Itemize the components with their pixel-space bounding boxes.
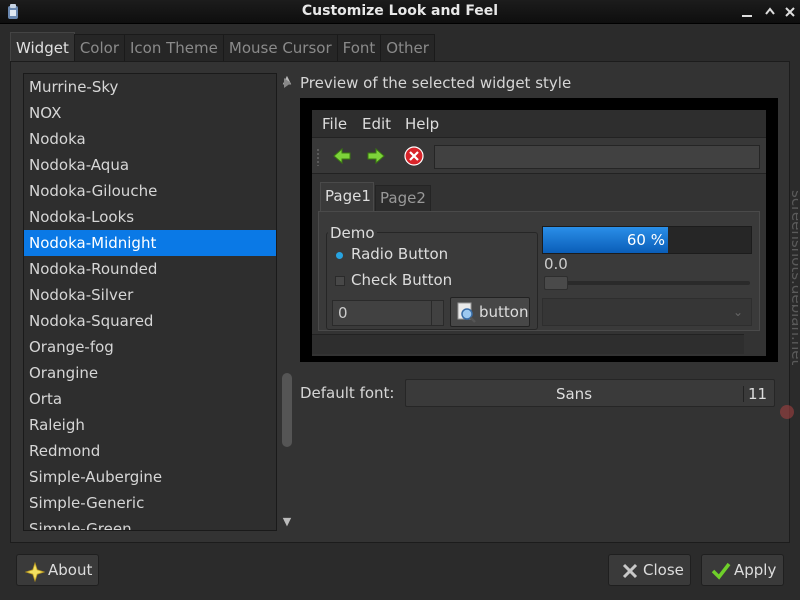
tab-color[interactable]: Color xyxy=(73,34,125,62)
about-button-label: About xyxy=(48,561,93,579)
scale-value: 0.0 xyxy=(544,255,568,273)
list-item[interactable]: Orange-fog xyxy=(24,334,276,360)
list-item[interactable]: Redmond xyxy=(24,438,276,464)
scroll-down-icon[interactable]: ▼ xyxy=(280,515,294,529)
tab-widget[interactable]: Widget xyxy=(10,32,75,62)
search-icon xyxy=(457,302,476,323)
checkbox-label[interactable]: Check Button xyxy=(351,271,452,289)
combo-box[interactable]: ⌄ xyxy=(542,298,752,326)
list-item[interactable]: Nodoka-Gilouche xyxy=(24,178,276,204)
apply-button[interactable]: Apply xyxy=(701,554,784,586)
minimize-icon[interactable] xyxy=(740,5,754,19)
demo-button-label: button xyxy=(479,303,529,321)
checkmark-icon xyxy=(711,562,731,580)
checkbox[interactable] xyxy=(335,276,345,286)
radio-indicator[interactable] xyxy=(336,252,343,259)
font-size: 11 xyxy=(748,385,768,403)
list-item[interactable]: NOX xyxy=(24,100,276,126)
list-item[interactable]: Nodoka-Looks xyxy=(24,204,276,230)
list-item[interactable]: Nodoka-Aqua xyxy=(24,152,276,178)
list-item[interactable]: Simple-Aubergine xyxy=(24,464,276,490)
tab-bar: Widget Color Icon Theme Mouse Cursor Fon… xyxy=(10,32,435,62)
tab-mouse-cursor[interactable]: Mouse Cursor xyxy=(222,34,338,62)
list-item[interactable]: Simple-Generic xyxy=(24,490,276,516)
notebook-tab-page1[interactable]: Page1 xyxy=(320,182,374,212)
close-icon xyxy=(622,563,638,579)
theme-list-scrollbar[interactable]: ▲ ▼ xyxy=(280,73,294,531)
preview-label: Preview of the selected widget style xyxy=(300,74,572,92)
preview-menubar: File Edit Help xyxy=(312,110,766,138)
progress-text: 60 % xyxy=(626,231,665,249)
about-button[interactable]: About xyxy=(16,554,99,586)
scale-track[interactable] xyxy=(544,281,750,285)
list-item[interactable]: Raleigh xyxy=(24,412,276,438)
spin-arrows[interactable] xyxy=(431,301,443,325)
list-item[interactable]: Nodoka-Squared xyxy=(24,308,276,334)
expander-icon[interactable] xyxy=(284,78,291,88)
scrollbar-thumb[interactable] xyxy=(282,373,292,447)
scale-knob[interactable] xyxy=(544,276,568,290)
radio-label[interactable]: Radio Button xyxy=(351,245,448,263)
preview-toolbar xyxy=(312,138,766,174)
chevron-down-icon: ⌄ xyxy=(732,305,743,319)
toolbar-grip[interactable] xyxy=(316,148,320,166)
star-icon xyxy=(25,562,45,582)
close-window-icon[interactable] xyxy=(783,5,797,19)
window-title: Customize Look and Feel xyxy=(301,3,499,19)
preview-window: File Edit Help Page1 Page2 Demo Radio Bu… xyxy=(312,110,766,356)
maximize-icon[interactable] xyxy=(763,5,777,19)
default-font-label: Default font: xyxy=(300,384,395,402)
widget-preview: File Edit Help Page1 Page2 Demo Radio Bu… xyxy=(300,98,778,362)
list-item-selected[interactable]: Nodoka-Midnight xyxy=(24,230,276,256)
font-picker-button[interactable]: Sans 11 xyxy=(405,379,775,407)
list-item[interactable]: Orta xyxy=(24,386,276,412)
theme-list[interactable]: Murrine-Sky NOX Nodoka Nodoka-Aqua Nodok… xyxy=(23,73,277,531)
apply-button-label: Apply xyxy=(734,561,777,579)
list-item[interactable]: Orangine xyxy=(24,360,276,386)
stop-icon[interactable] xyxy=(404,146,424,166)
tab-other[interactable]: Other xyxy=(380,34,435,62)
forward-arrow-icon[interactable] xyxy=(366,146,386,166)
spin-button[interactable]: 0 xyxy=(332,300,444,326)
list-item[interactable]: Nodoka xyxy=(24,126,276,152)
menu-help[interactable]: Help xyxy=(405,115,439,133)
back-arrow-icon[interactable] xyxy=(332,146,352,166)
spin-value: 0 xyxy=(338,304,348,322)
toolbar-entry[interactable] xyxy=(434,145,760,169)
demo-button[interactable]: button xyxy=(450,297,530,327)
watermark-text: screenshots.debian.net xyxy=(788,190,798,365)
menu-edit[interactable]: Edit xyxy=(362,115,391,133)
menu-file[interactable]: File xyxy=(322,115,347,133)
demo-frame-label: Demo xyxy=(328,224,377,242)
title-bar: Customize Look and Feel xyxy=(0,0,800,24)
tab-font[interactable]: Font xyxy=(336,34,382,62)
font-name: Sans xyxy=(555,385,593,403)
notebook-tab-page2[interactable]: Page2 xyxy=(375,185,431,212)
preview-statusbar xyxy=(312,334,744,354)
progress-bar: 60 % xyxy=(542,226,752,254)
list-item[interactable]: Nodoka-Silver xyxy=(24,282,276,308)
watermark: screenshots.debian.net xyxy=(780,190,798,419)
close-button[interactable]: Close xyxy=(608,554,691,586)
list-item[interactable]: Simple-Green xyxy=(24,516,276,530)
close-button-label: Close xyxy=(643,561,684,579)
tab-icon-theme[interactable]: Icon Theme xyxy=(124,34,224,62)
font-separator xyxy=(743,386,744,402)
list-item[interactable]: Nodoka-Rounded xyxy=(24,256,276,282)
list-item[interactable]: Murrine-Sky xyxy=(24,74,276,100)
